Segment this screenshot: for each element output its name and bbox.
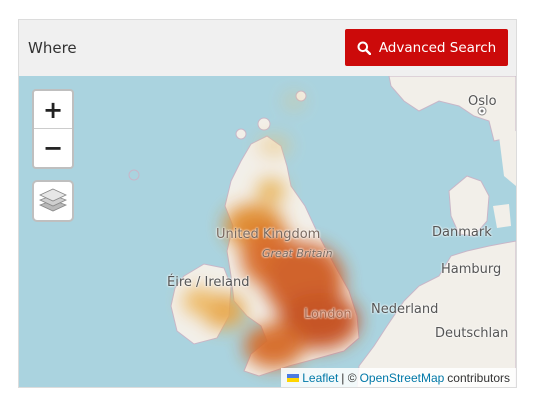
danmark-label: Danmark xyxy=(432,225,492,240)
search-icon xyxy=(357,41,371,55)
zoom-out-button[interactable]: − xyxy=(34,129,72,166)
london-label: London xyxy=(304,307,352,322)
oslo-label: Oslo xyxy=(468,94,497,109)
hamburg-label: Hamburg xyxy=(441,262,502,277)
ukraine-flag-icon xyxy=(287,374,300,382)
great-britain-label: Great Britain xyxy=(262,247,333,260)
zoom-control: + − xyxy=(32,89,74,169)
heatmap-map[interactable]: Oslo Danmark United Kingdom Great Britai… xyxy=(19,76,516,387)
united-kingdom-label: United Kingdom xyxy=(216,227,321,242)
leaflet-link[interactable]: Leaflet xyxy=(302,371,338,385)
openstreetmap-link[interactable]: OpenStreetMap xyxy=(360,371,445,385)
zoom-in-button[interactable]: + xyxy=(34,91,72,129)
advanced-search-button[interactable]: Advanced Search xyxy=(345,29,508,66)
advanced-search-label: Advanced Search xyxy=(378,39,497,56)
panel-header: Where Advanced Search xyxy=(19,20,516,76)
sweden-land xyxy=(499,131,516,186)
attribution-separator: | © xyxy=(341,371,357,385)
deutschland-label: Deutschlan xyxy=(435,326,509,341)
layers-button[interactable] xyxy=(32,180,74,222)
where-label: Where xyxy=(28,39,77,57)
location-filter-panel: Where Advanced Search Oslo Danmark Unite… xyxy=(18,19,517,388)
map-attribution: Leaflet | © OpenStreetMap contributors xyxy=(281,368,516,387)
nederland-label: Nederland xyxy=(371,302,439,317)
layers-icon xyxy=(38,185,68,218)
eire-ireland-label: Éire / Ireland xyxy=(167,275,250,290)
attribution-suffix: contributors xyxy=(447,371,510,385)
